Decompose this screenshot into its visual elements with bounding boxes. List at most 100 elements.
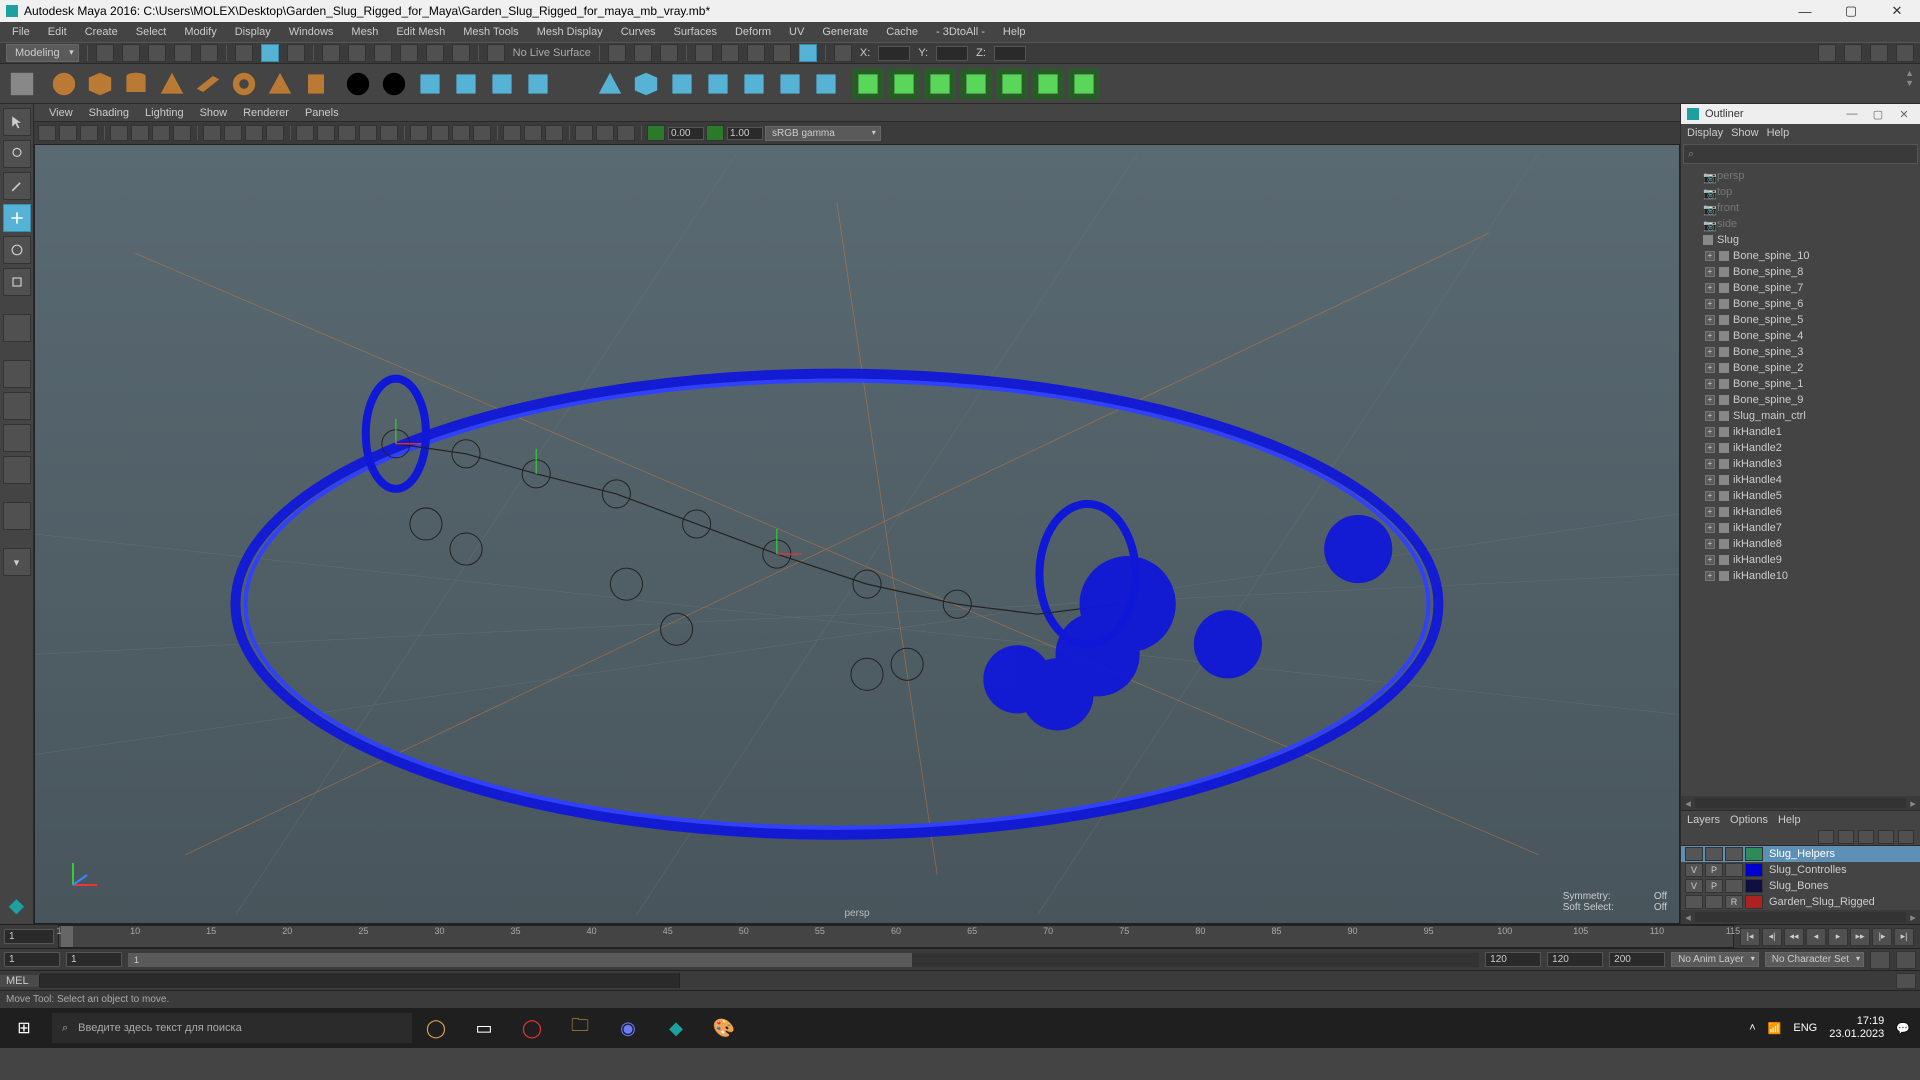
poly-sphere-icon[interactable] [48, 68, 80, 100]
range-end2-field[interactable]: 200 [1609, 952, 1665, 967]
outliner-search[interactable]: ⌕ [1683, 144, 1918, 164]
layout-three-icon[interactable] [3, 456, 31, 484]
sidebar-toggle-c-icon[interactable] [1870, 44, 1888, 62]
select-mode-active-icon[interactable] [261, 44, 279, 62]
layer-color-swatch[interactable] [1745, 895, 1763, 909]
custom-shelf-e-icon[interactable] [996, 68, 1028, 100]
sidebar-toggle-a-icon[interactable] [1818, 44, 1836, 62]
step-fwd-button[interactable]: ▸▸ [1850, 928, 1870, 946]
panel-menu-item[interactable]: Renderer [236, 106, 296, 120]
panel-tool-icon[interactable] [80, 125, 98, 141]
scroll-right-icon[interactable]: ▸ [1906, 797, 1920, 810]
panel-tool-icon[interactable] [452, 125, 470, 141]
panel-tool-gamma-icon[interactable] [706, 125, 724, 141]
outliner-node[interactable]: +📷top [1681, 184, 1920, 200]
panel-tool-icon[interactable] [575, 125, 593, 141]
snap-curve-icon[interactable] [348, 44, 366, 62]
menu-item[interactable]: Mesh Display [529, 24, 611, 40]
open-scene-icon[interactable] [122, 44, 140, 62]
layer-row[interactable]: Slug_Helpers [1681, 846, 1920, 862]
panel-tool-icon[interactable] [617, 125, 635, 141]
outliner-node[interactable]: +Bone_spine_6 [1681, 296, 1920, 312]
layer-color-swatch[interactable] [1745, 847, 1763, 861]
panel-tool-icon[interactable] [152, 125, 170, 141]
snap-plane-icon[interactable] [400, 44, 418, 62]
menu-item[interactable]: Edit Mesh [388, 24, 453, 40]
panel-tool-icon[interactable] [380, 125, 398, 141]
step-back-key-button[interactable]: ◂| [1762, 928, 1782, 946]
shelf-chevron-icon[interactable]: ▲▼ [1905, 68, 1914, 88]
tray-network-icon[interactable]: 📶 [1768, 1022, 1782, 1035]
scroll-right-icon[interactable]: ▸ [1906, 911, 1920, 924]
menu-item[interactable]: UV [781, 24, 812, 40]
poly-pipe-icon[interactable] [300, 68, 332, 100]
outliner-hscroll[interactable]: ◂▸ [1681, 796, 1920, 810]
maximize-button[interactable]: ▢ [1828, 0, 1874, 22]
select-tool-icon[interactable] [3, 108, 31, 136]
range-track[interactable]: 1 [128, 953, 1479, 967]
layer-v-cell[interactable]: V [1685, 879, 1703, 893]
layer-menu-item[interactable]: Help [1778, 814, 1801, 826]
expand-icon[interactable]: + [1705, 571, 1715, 581]
menu-item[interactable]: Modify [176, 24, 224, 40]
menu-item[interactable]: File [4, 24, 38, 40]
undo-icon[interactable] [174, 44, 192, 62]
panel-tool-icon[interactable] [524, 125, 542, 141]
menu-item[interactable]: Mesh Tools [455, 24, 526, 40]
outliner-node[interactable]: +ikHandle7 [1681, 520, 1920, 536]
outliner-node[interactable]: +ikHandle6 [1681, 504, 1920, 520]
layer-row[interactable]: RGarden_Slug_Rigged [1681, 894, 1920, 910]
layer-r-cell[interactable] [1725, 847, 1743, 861]
last-tool-icon[interactable] [3, 314, 31, 342]
outliner-maximize-icon[interactable]: ▢ [1868, 108, 1888, 121]
poly-plane-icon[interactable] [192, 68, 224, 100]
panel-menu-item[interactable]: Panels [298, 106, 346, 120]
layer-tool-icon[interactable] [1898, 830, 1914, 844]
redo-icon[interactable] [200, 44, 218, 62]
panel-tool-icon[interactable] [203, 125, 221, 141]
menu-item[interactable]: Surfaces [666, 24, 725, 40]
layer-v-cell[interactable] [1685, 847, 1703, 861]
anim-layer-dropdown[interactable]: No Anim Layer [1671, 952, 1759, 967]
panel-tool-icon[interactable] [473, 125, 491, 141]
layer-tool-icon[interactable] [1818, 830, 1834, 844]
poly-cube-icon[interactable] [84, 68, 116, 100]
select-mode-icon[interactable] [235, 44, 253, 62]
outliner-close-icon[interactable]: ✕ [1894, 108, 1914, 121]
xform-y-input[interactable] [936, 46, 968, 61]
outliner-node[interactable]: +ikHandle8 [1681, 536, 1920, 552]
panel-tool-icon[interactable] [266, 125, 284, 141]
range-inner-end-field[interactable]: 120 [1485, 952, 1541, 967]
command-input[interactable] [40, 973, 680, 988]
layer-r-cell[interactable] [1725, 879, 1743, 893]
step-fwd-key-button[interactable]: |▸ [1872, 928, 1892, 946]
expand-icon[interactable]: + [1705, 267, 1715, 277]
menu-item[interactable]: Generate [814, 24, 876, 40]
prefs-icon[interactable] [1896, 951, 1916, 969]
go-start-button[interactable]: |◂ [1740, 928, 1760, 946]
range-start-field[interactable]: 1 [4, 952, 60, 967]
app-explorer-icon[interactable]: 🗀 [556, 1008, 604, 1048]
outliner-minimize-icon[interactable]: — [1842, 108, 1862, 120]
menu-item[interactable]: Windows [281, 24, 342, 40]
panel-menu-item[interactable]: Lighting [138, 106, 191, 120]
layout-single-icon[interactable] [3, 360, 31, 388]
poly-cone-icon[interactable] [156, 68, 188, 100]
panel-layout-d-icon[interactable] [773, 44, 791, 62]
range-thumb[interactable]: 1 [128, 953, 912, 967]
mesh-append-icon[interactable] [486, 68, 518, 100]
expand-icon[interactable]: + [1705, 475, 1715, 485]
viewport[interactable]: persp Symmetry:Off Soft Select:Off [34, 144, 1680, 924]
expand-icon[interactable]: + [1705, 363, 1715, 373]
mesh-insert-edge-icon[interactable] [738, 68, 770, 100]
menu-item[interactable]: Help [995, 24, 1034, 40]
snap-point-icon[interactable] [374, 44, 392, 62]
outliner-node[interactable]: +Slug_main_ctrl [1681, 408, 1920, 424]
snap-view-icon[interactable] [452, 44, 470, 62]
tray-notifications-icon[interactable]: 💬 [1896, 1022, 1910, 1035]
panel-tool-icon[interactable] [131, 125, 149, 141]
paint-select-tool-icon[interactable] [3, 172, 31, 200]
sidebar-toggle-d-icon[interactable] [1896, 44, 1914, 62]
layer-menu-item[interactable]: Layers [1687, 814, 1720, 826]
outliner-toggle-icon[interactable] [3, 502, 31, 530]
